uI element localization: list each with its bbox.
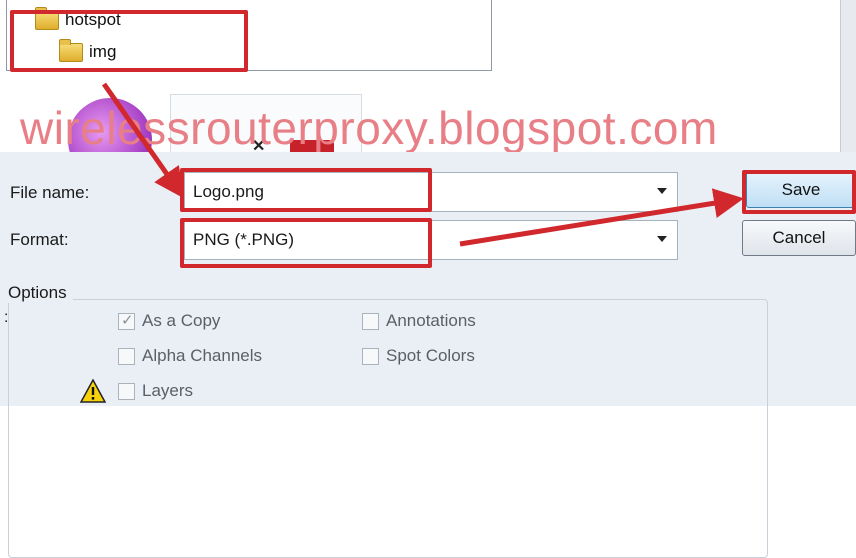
- watermark-text: wirelessrouterproxy.blogspot.com: [20, 102, 718, 154]
- cancel-button[interactable]: Cancel: [742, 220, 856, 256]
- as-a-copy-checkbox[interactable]: As a Copy: [118, 311, 220, 331]
- chevron-down-icon[interactable]: [657, 236, 667, 242]
- chevron-down-icon[interactable]: [657, 188, 667, 194]
- checkbox-icon[interactable]: [118, 347, 135, 365]
- scrollbar[interactable]: [840, 0, 856, 152]
- checkbox-icon[interactable]: [118, 382, 135, 400]
- checkbox-checked-icon[interactable]: [118, 311, 135, 330]
- alpha-channels-checkbox[interactable]: Alpha Channels: [118, 346, 262, 366]
- layers-checkbox[interactable]: Layers: [118, 381, 193, 401]
- checkbox-icon[interactable]: [362, 312, 379, 330]
- checkbox-label: Alpha Channels: [142, 346, 263, 365]
- callout-box-save: [742, 170, 856, 214]
- spot-colors-checkbox[interactable]: Spot Colors: [362, 346, 475, 366]
- checkbox-label: As a Copy: [142, 311, 221, 330]
- options-group: [8, 299, 768, 558]
- callout-box-filename: [180, 168, 432, 212]
- checkbox-label: Layers: [142, 381, 194, 400]
- callout-box-folder: [10, 10, 248, 72]
- annotations-checkbox[interactable]: Annotations: [362, 311, 476, 331]
- checkbox-label: Spot Colors: [386, 346, 475, 365]
- stray-colon-text: :: [4, 309, 9, 326]
- checkbox-label: Annotations: [386, 311, 476, 330]
- warning-triangle-icon: [80, 379, 106, 403]
- options-title: Options: [8, 283, 73, 303]
- format-label: Format:: [10, 230, 69, 249]
- file-name-label: File name:: [10, 183, 90, 202]
- callout-box-format: [180, 218, 432, 268]
- checkbox-icon[interactable]: [362, 347, 379, 365]
